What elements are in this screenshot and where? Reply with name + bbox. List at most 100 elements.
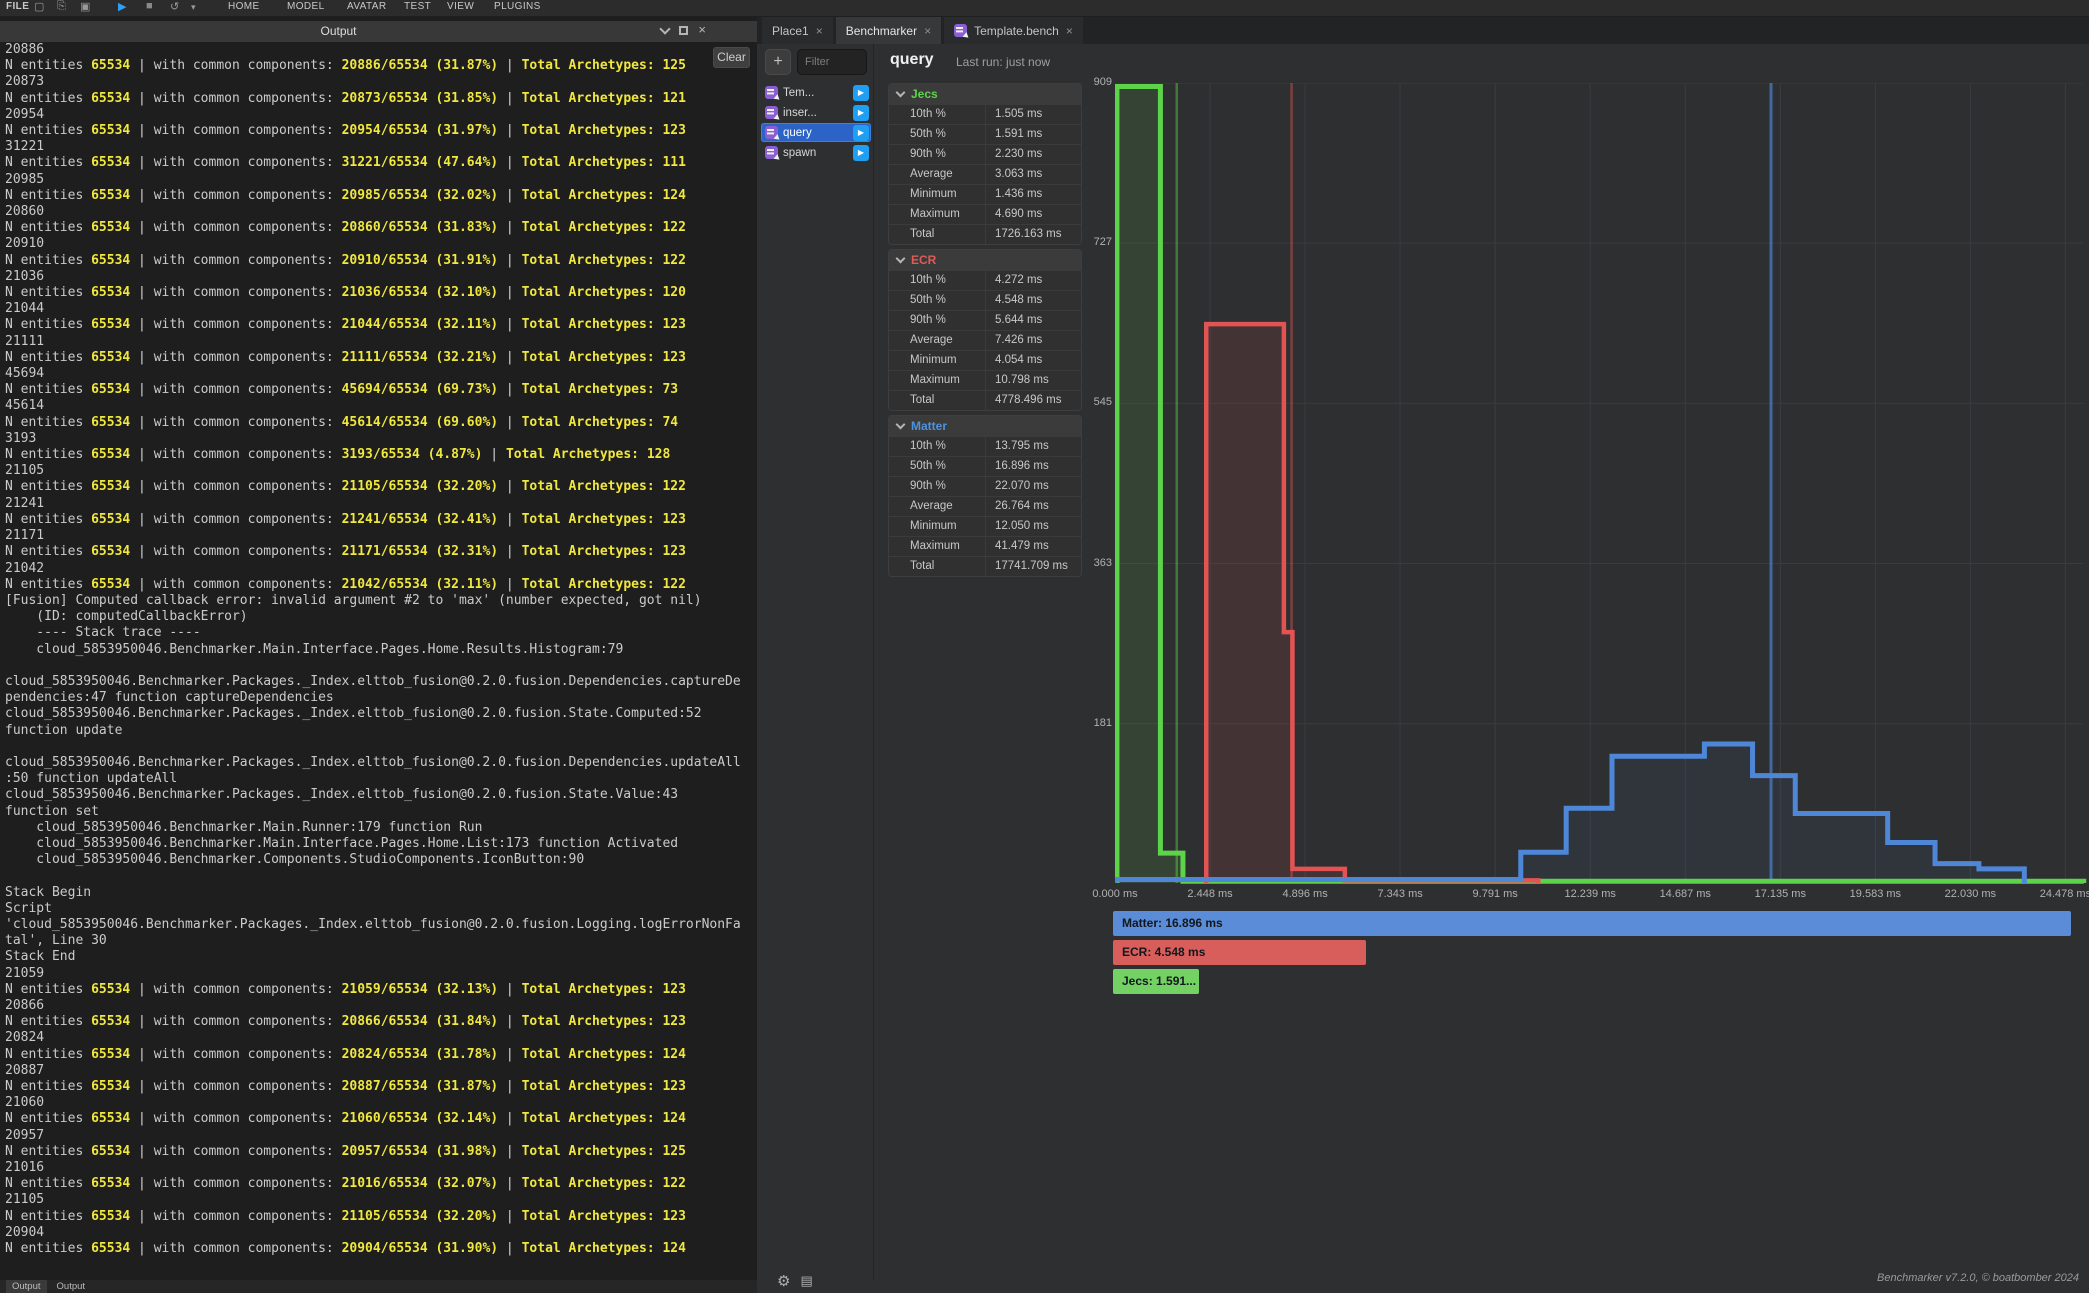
bottom-tab-output[interactable]: Output: [51, 1280, 92, 1293]
bottom-tab-output[interactable]: Output: [6, 1280, 47, 1293]
redo-dropdown-icon[interactable]: ▾: [191, 2, 196, 13]
menu-item-home[interactable]: HOME: [228, 1, 260, 12]
menu-item-test[interactable]: TEST: [404, 1, 431, 12]
x-tick-label: 17.135 ms: [1738, 888, 1822, 900]
tab-close-icon[interactable]: ×: [924, 24, 931, 38]
stats-row-value: 22.070 ms: [986, 477, 1081, 496]
add-benchmark-button[interactable]: +: [765, 49, 791, 75]
log-line: 3193: [5, 431, 755, 447]
filter-input[interactable]: [797, 49, 867, 75]
x-tick-label: 19.583 ms: [1833, 888, 1917, 900]
log-line: cloud_5853950046.Benchmarker.Packages._I…: [5, 787, 755, 803]
menu-item-avatar[interactable]: AVATAR: [347, 1, 386, 12]
open-file-icon[interactable]: ⎘: [57, 0, 66, 13]
stats-row-label: Average: [889, 331, 986, 350]
log-line: N entities 65534 | with common component…: [5, 188, 755, 204]
studio-window: FILE ▢ ⎘ ▣ ▶ ■ ↺ ▾ HOME MODEL AVATAR TEST VI…: [0, 0, 2089, 1293]
settings-gear-icon[interactable]: ⚙: [777, 1272, 790, 1290]
log-line: cloud_5853950046.Benchmarker.Packages._I…: [5, 674, 755, 690]
stats-row-value: 1.505 ms: [986, 105, 1081, 124]
log-line: 20887: [5, 1063, 755, 1079]
stats-row: Average3.063 ms: [889, 164, 1081, 184]
tab-label: Template.bench: [974, 24, 1059, 38]
new-file-icon[interactable]: ▢: [34, 0, 44, 13]
log-line: pendencies:47 function captureDependenci…: [5, 690, 755, 706]
menu-item-view[interactable]: VIEW: [447, 1, 474, 12]
stats-row: 50th %16.896 ms: [889, 456, 1081, 476]
legend-bar-jecs: Jecs: 1.591...: [1113, 969, 1199, 994]
output-log[interactable]: 20886N entities 65534 | with common comp…: [5, 42, 755, 1277]
stats-row: 90th %5.644 ms: [889, 310, 1081, 330]
benchmark-item-label: inser...: [783, 107, 817, 119]
log-line: 20873: [5, 74, 755, 90]
x-tick-label: 0.000 ms: [1073, 888, 1157, 900]
log-line: 21036: [5, 269, 755, 285]
stats-section-jecs: Jecs10th %1.505 ms50th %1.591 ms90th %2.…: [888, 83, 1082, 245]
log-line: 20954: [5, 107, 755, 123]
x-tick-label: 2.448 ms: [1168, 888, 1252, 900]
bottom-status-bar: Output Output: [0, 1280, 757, 1293]
run-benchmark-button[interactable]: ▶: [853, 105, 869, 121]
benchmark-item-inser[interactable]: inser... ▶: [761, 103, 871, 122]
run-benchmark-button[interactable]: ▶: [853, 145, 869, 161]
benchmark-item-query[interactable]: query▶: [761, 123, 871, 142]
stats-row-value: 26.764 ms: [986, 497, 1081, 516]
float-window-icon[interactable]: [679, 26, 688, 35]
log-line: N entities 65534 | with common component…: [5, 1144, 755, 1160]
stats-section-header[interactable]: ECR: [889, 250, 1081, 270]
log-line: N entities 65534 | with common component…: [5, 1209, 755, 1225]
tab-close-icon[interactable]: ×: [816, 24, 823, 38]
collapse-chevron-icon[interactable]: [660, 23, 671, 34]
output-panel-header[interactable]: Output ×: [0, 21, 757, 42]
stats-row-value: 3.063 ms: [986, 165, 1081, 184]
save-icon[interactable]: ▣: [80, 0, 90, 13]
log-line: N entities 65534 | with common component…: [5, 58, 755, 74]
menu-item-plugins[interactable]: PLUGINS: [494, 1, 541, 12]
stats-row-label: 10th %: [889, 437, 986, 456]
stats-row-label: 10th %: [889, 271, 986, 290]
log-line: 'cloud_5853950046.Benchmarker.Packages._…: [5, 917, 755, 933]
tab-place1[interactable]: Place1 ×: [762, 17, 833, 44]
stats-row-value: 41.479 ms: [986, 537, 1081, 556]
output-toggle-icon[interactable]: ▤: [800, 1273, 812, 1289]
menu-item-model[interactable]: MODEL: [287, 1, 325, 12]
stats-row-label: 90th %: [889, 311, 986, 330]
benchmark-item-Tem[interactable]: Tem...▶: [761, 83, 871, 102]
log-line: Stack Begin: [5, 885, 755, 901]
log-line: 21171: [5, 528, 755, 544]
log-line: 20824: [5, 1030, 755, 1046]
log-line: 45694: [5, 366, 755, 382]
tab-label: Place1: [772, 24, 809, 38]
benchmark-item-spawn[interactable]: spawn▶: [761, 143, 871, 162]
clear-output-button[interactable]: Clear: [713, 47, 750, 68]
close-icon[interactable]: ×: [698, 24, 706, 36]
log-line: [5, 739, 755, 755]
play-icon[interactable]: ▶: [118, 0, 126, 13]
run-benchmark-button[interactable]: ▶: [853, 125, 869, 141]
run-benchmark-button[interactable]: ▶: [853, 85, 869, 101]
stats-row-value: 2.230 ms: [986, 145, 1081, 164]
stop-icon[interactable]: ■: [146, 0, 153, 12]
x-tick-label: 9.791 ms: [1453, 888, 1537, 900]
log-line: 21044: [5, 301, 755, 317]
log-line: 21111: [5, 334, 755, 350]
tab-close-icon[interactable]: ×: [1066, 24, 1073, 38]
stats-section-matter: Matter10th %13.795 ms50th %16.896 ms90th…: [888, 415, 1082, 577]
y-tick-label: 545: [1080, 396, 1112, 408]
log-line: N entities 65534 | with common component…: [5, 512, 755, 528]
tab-template-bench[interactable]: Template.bench ×: [944, 17, 1083, 44]
log-line: 20910: [5, 236, 755, 252]
stats-section-header[interactable]: Matter: [889, 416, 1081, 436]
legend-bar-matter: Matter: 16.896 ms: [1113, 911, 2071, 936]
undo-icon[interactable]: ↺: [170, 0, 179, 13]
plugin-version-label: Benchmarker v7.2.0, © boatbomber 2024: [1877, 1272, 2079, 1284]
stats-row-label: Minimum: [889, 185, 986, 204]
file-menu[interactable]: FILE: [6, 1, 29, 12]
log-line: (ID: computedCallbackError): [5, 609, 755, 625]
log-line: N entities 65534 | with common component…: [5, 91, 755, 107]
stats-section-header[interactable]: Jecs: [889, 84, 1081, 104]
log-line: N entities 65534 | with common component…: [5, 982, 755, 998]
stats-row-value: 1.436 ms: [986, 185, 1081, 204]
tab-benchmarker[interactable]: Benchmarker×: [836, 17, 941, 44]
stats-row-value: 4.548 ms: [986, 291, 1081, 310]
